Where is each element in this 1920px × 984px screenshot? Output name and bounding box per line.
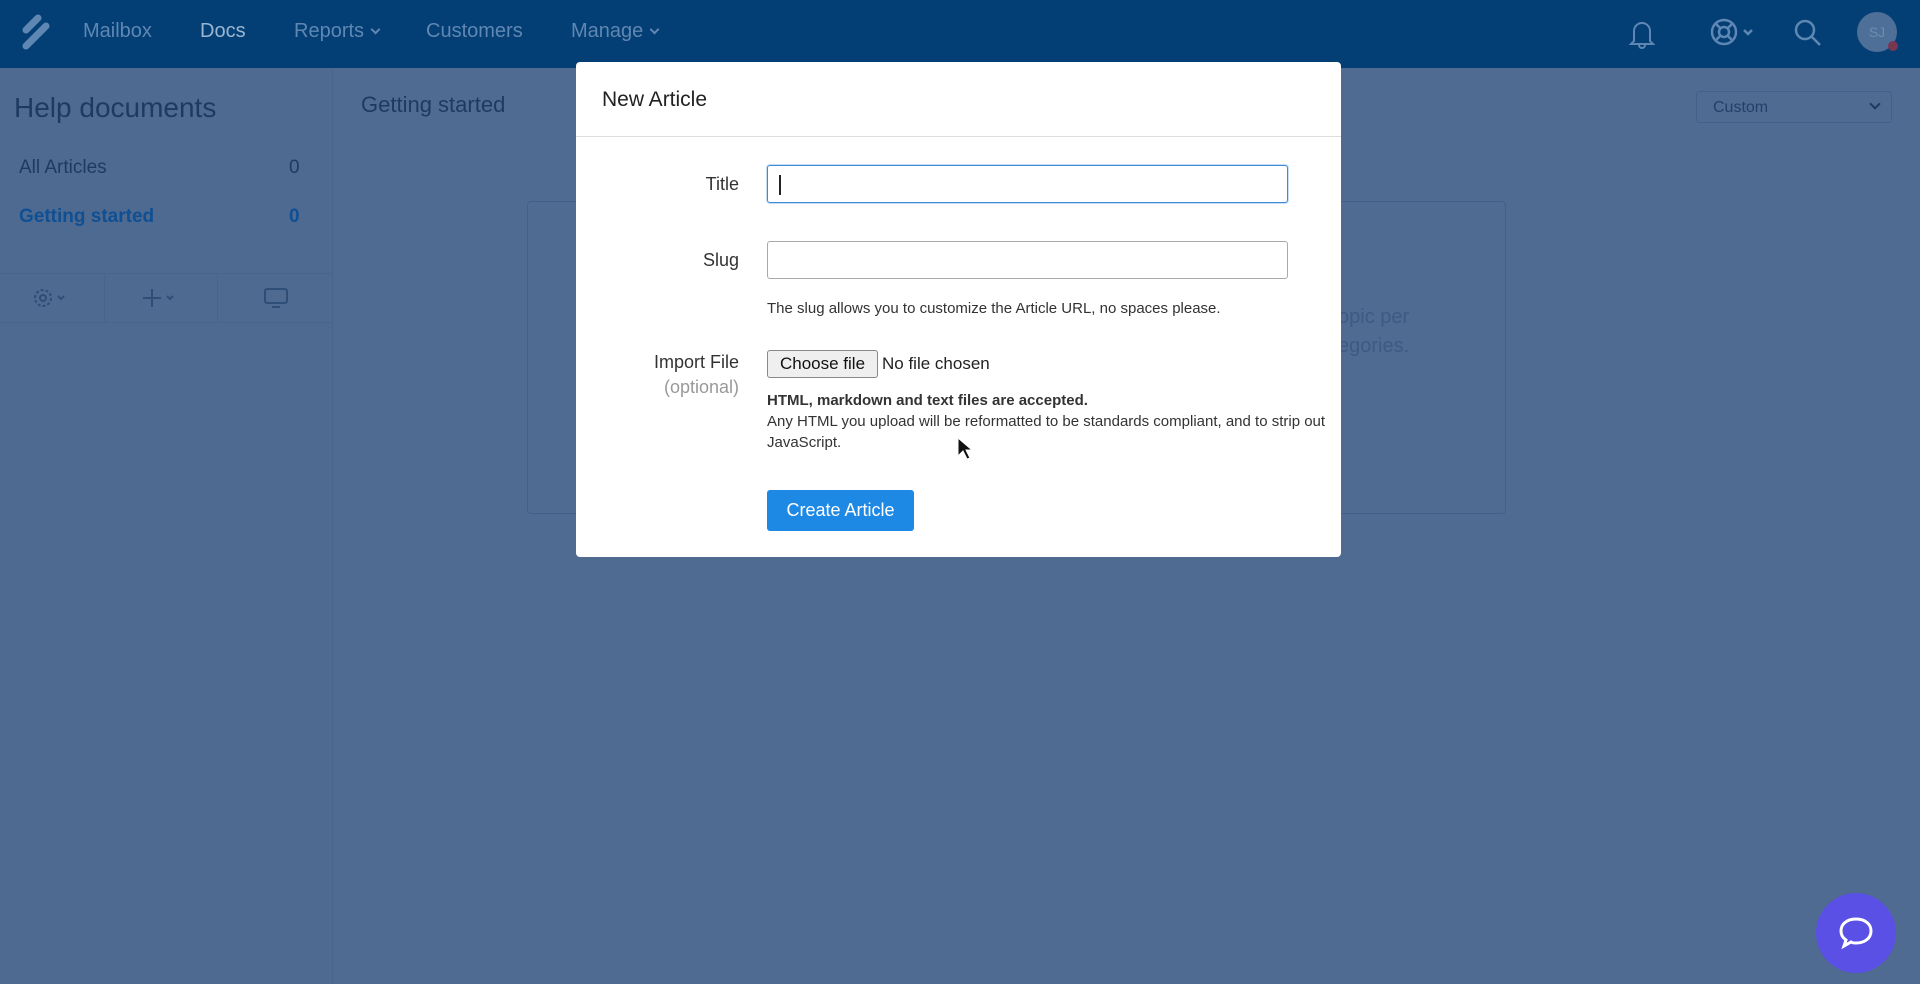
modal-title: New Article — [602, 88, 708, 111]
nav-mailbox[interactable]: Mailbox — [83, 20, 152, 43]
slug-label: Slug — [702, 250, 739, 270]
sidebar-title: Help documents — [14, 92, 217, 123]
sidebar-item-getting-started[interactable]: Getting started — [19, 206, 154, 228]
sort-select-value: Custom — [1713, 99, 1769, 116]
preview-button[interactable] — [218, 274, 333, 322]
chat-bubble-icon — [1839, 917, 1873, 950]
slug-help-text: The slug allows you to customize the Art… — [767, 300, 1221, 317]
top-nav: Mailbox Docs Reports Customers Manage SJ — [0, 0, 1920, 68]
chevron-down-icon — [370, 24, 381, 35]
sidebar-toolbar — [0, 273, 333, 323]
nav-docs[interactable]: Docs — [200, 20, 246, 43]
getting-started-count: 0 — [289, 206, 300, 227]
accepted-files-text: HTML, markdown and text files are accept… — [767, 392, 1088, 409]
bell-icon[interactable] — [1628, 17, 1656, 49]
file-status: No file chosen — [882, 354, 990, 373]
nav-manage-label: Manage — [571, 20, 644, 42]
chat-beacon-button[interactable] — [1816, 893, 1896, 973]
sidebar: Help documents All Articles 0 Getting st… — [0, 68, 333, 984]
status-dot — [1888, 41, 1898, 51]
plus-icon — [143, 289, 174, 307]
text-cursor — [779, 175, 781, 195]
slug-input[interactable] — [767, 241, 1288, 279]
chevron-down-icon — [1869, 98, 1881, 110]
import-optional-label: (optional) — [663, 377, 739, 397]
title-input[interactable] — [767, 165, 1288, 203]
search-icon[interactable] — [1793, 18, 1823, 48]
import-file-label: Import File — [653, 352, 739, 372]
new-article-modal: New Article Title Slug The slug allows y… — [576, 62, 1341, 557]
nav-customers[interactable]: Customers — [426, 20, 523, 43]
chevron-down-icon — [649, 24, 660, 35]
empty-state-text-1: opic per — [1338, 306, 1410, 328]
gear-icon — [34, 289, 65, 307]
create-article-button[interactable]: Create Article — [767, 490, 914, 531]
nav-manage[interactable]: Manage — [571, 20, 660, 43]
all-articles-count: 0 — [289, 157, 300, 178]
empty-state-text-2: egories. — [1338, 335, 1410, 357]
title-label: Title — [705, 174, 739, 194]
mouse-cursor-icon — [957, 437, 973, 460]
help-lifebuoy-icon[interactable] — [1710, 18, 1754, 48]
choose-file-button[interactable]: Choose file — [767, 350, 878, 378]
settings-menu-button[interactable] — [0, 274, 105, 322]
add-menu-button[interactable] — [105, 274, 218, 322]
nav-reports[interactable]: Reports — [294, 20, 381, 43]
divider — [576, 136, 1341, 137]
nav-reports-label: Reports — [294, 20, 365, 42]
sort-select[interactable]: Custom — [1696, 91, 1892, 123]
monitor-icon — [263, 288, 288, 308]
avatar-initials: SJ — [1868, 24, 1886, 40]
reformat-note: Any HTML you upload will be reformatted … — [767, 413, 1326, 451]
page-title: Getting started — [361, 92, 506, 117]
sidebar-item-all-articles[interactable]: All Articles — [19, 157, 107, 179]
logo-icon[interactable] — [20, 14, 50, 50]
